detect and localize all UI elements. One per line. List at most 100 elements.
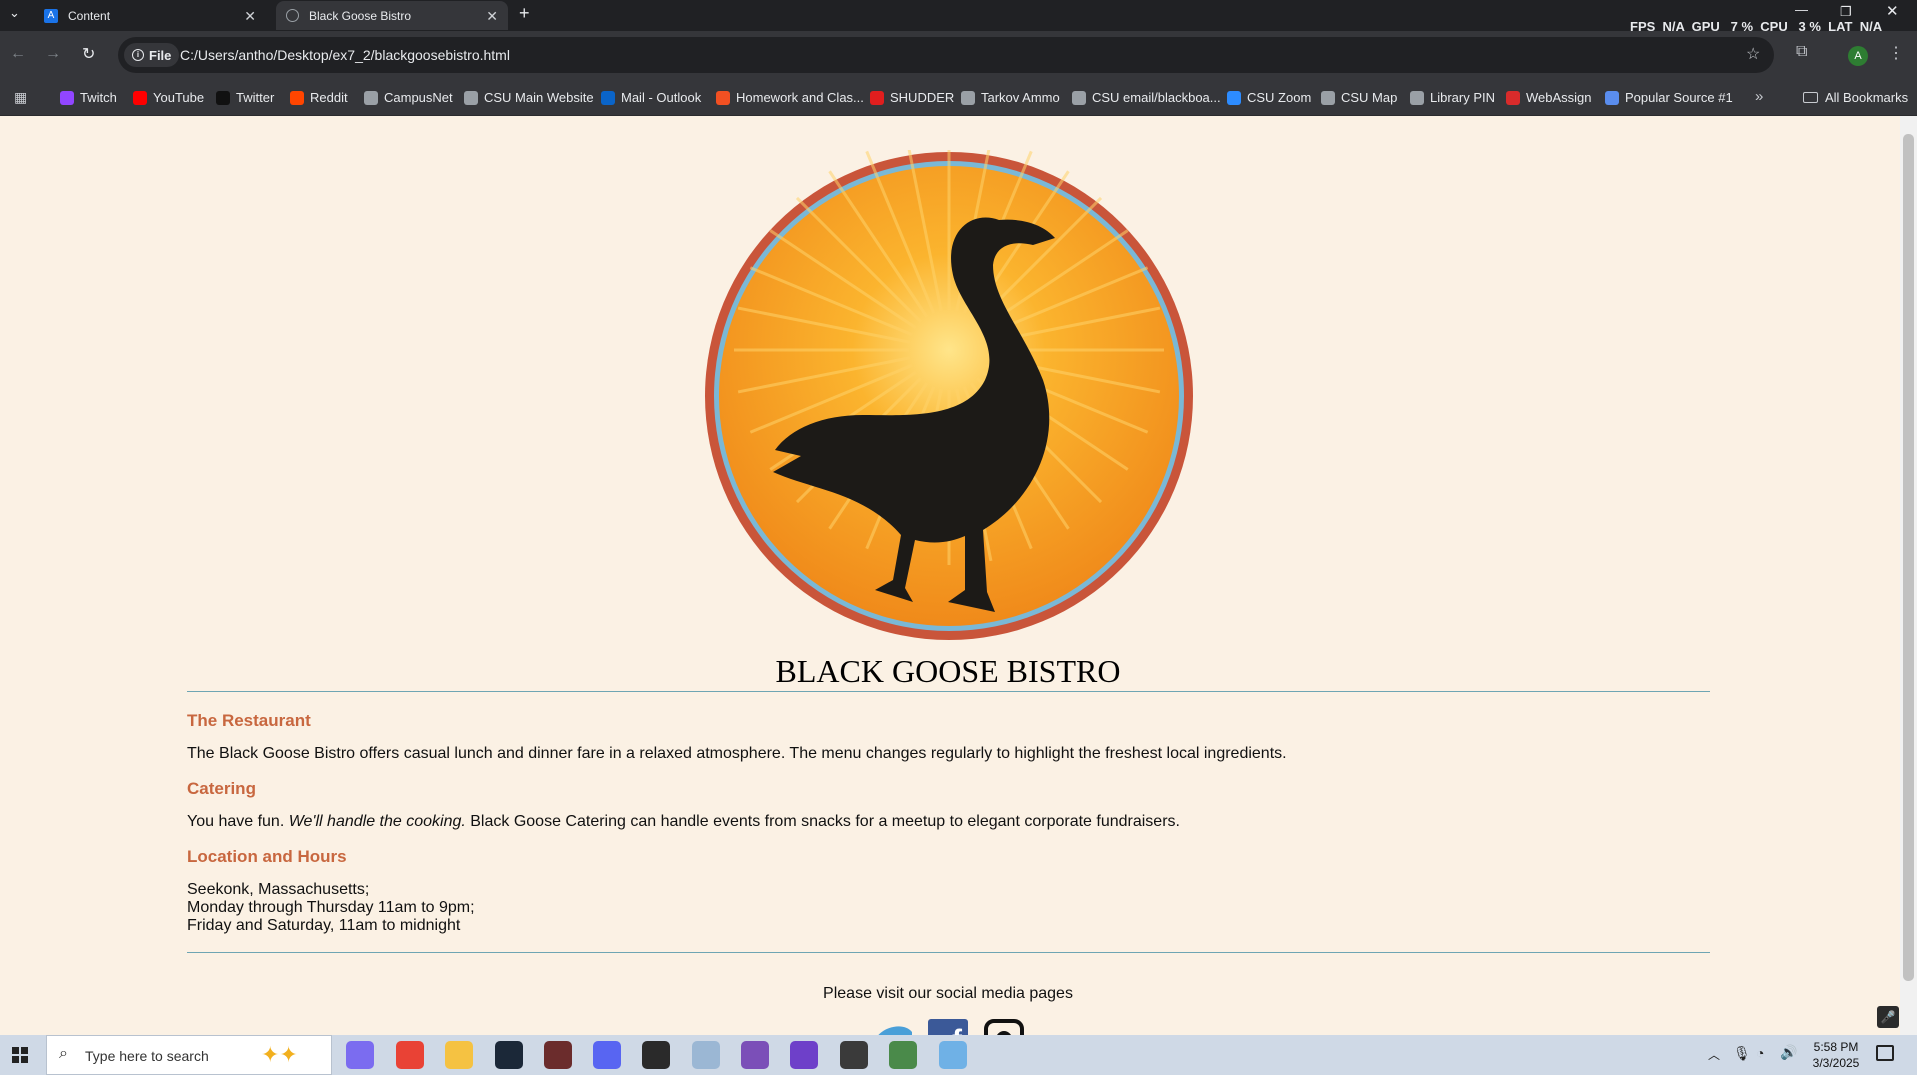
back-icon[interactable]: ← [10,45,26,63]
page-title: BLACK GOOSE BISTRO [775,653,1121,689]
bookmark-item[interactable]: Mail - Outlook [601,90,701,105]
microphone-icon[interactable]: 🎙 [1733,1045,1751,1062]
tab-black-goose-bistro[interactable]: Black Goose Bistro ✕ [276,1,508,30]
menu-kebab-icon[interactable]: ⋮ [1888,43,1904,63]
bookmark-label: WebAssign [1526,90,1592,105]
github-desktop-icon[interactable] [790,1041,818,1069]
bookmark-item[interactable]: CSU email/blackboa... [1072,90,1221,105]
bookmark-item[interactable]: Twitch [60,90,117,105]
bookmark-item[interactable]: YouTube [133,90,204,105]
section-heading-catering: Catering [187,779,256,798]
bookmark-star-icon[interactable]: ☆ [1746,44,1760,64]
tray-chevron-icon[interactable]: ︿ [1708,1046,1720,1063]
tab-search-chevron-icon[interactable]: ⌄ [9,5,20,21]
bookmark-favicon-icon [1321,90,1335,105]
section-heading-restaurant: The Restaurant [187,711,311,730]
file-explorer-icon[interactable] [445,1041,473,1069]
windows-start-icon[interactable] [12,1047,28,1063]
unity-icon[interactable] [840,1041,868,1069]
tab-content[interactable]: A Content ✕ [34,1,266,30]
reload-icon[interactable]: ↻ [82,44,95,64]
scrollbar-thumb[interactable] [1903,134,1914,981]
forward-icon[interactable]: → [45,45,61,63]
new-tab-icon[interactable]: + [519,3,530,24]
bookmark-item[interactable]: Twitter [216,90,274,105]
photos-icon[interactable] [692,1041,720,1069]
profile-avatar[interactable]: A [1848,46,1868,66]
discord-ptb-icon[interactable] [593,1041,621,1069]
bookmark-item[interactable]: CSU Main Website [464,90,594,105]
url-scheme: File [149,47,172,63]
bookmark-label: YouTube [153,90,205,105]
bookmark-label: Library PIN [1430,90,1496,105]
tab-title: Black Goose Bistro [309,8,412,23]
bookmark-favicon-icon [133,90,147,105]
bookmark-item[interactable]: Tarkov Ammo [961,90,1060,105]
bookmark-favicon-icon [961,90,975,105]
bookmark-item[interactable]: SHUDDER [870,90,954,105]
restaurant-paragraph: The Black Goose Bistro offers casual lun… [187,745,1287,762]
social-prompt: Please visit our social media pages [823,985,1073,1002]
url-text[interactable]: C:/Users/antho/Desktop/ex7_2/blackgooseb… [180,47,510,63]
volume-icon[interactable]: 🔊 [1780,1044,1797,1061]
black-goose-logo [705,150,1193,640]
windows-taskbar: ⌕ Type here to search ✦✦ ︿ 🎙 ◔ 🔊 5:58 PM… [0,1035,1917,1075]
restore-icon[interactable]: ❐ [1840,4,1852,20]
extensions-icon[interactable]: ⧉ [1796,43,1807,61]
steam-icon[interactable] [495,1041,523,1069]
minimize-icon[interactable]: — [1795,2,1808,17]
taskbar-search-box[interactable]: ⌕ Type here to search ✦✦ [46,1035,332,1075]
bookmark-favicon-icon [1605,90,1619,105]
bookmark-label: Twitter [236,90,275,105]
bookmark-item[interactable]: Popular Source #1 [1605,90,1733,105]
twitter-icon[interactable] [874,1018,914,1035]
page-scrollbar[interactable] [1900,116,1917,1035]
globe-icon [286,9,299,22]
bookmark-label: SHUDDER [890,90,955,105]
catering-text-after: Black Goose Catering can handle events f… [465,813,1180,830]
bookmark-item[interactable]: CampusNet [364,90,453,105]
bookmark-item[interactable]: CSU Map [1321,90,1397,105]
tab-title: Content [68,8,111,23]
close-window-icon[interactable]: ✕ [1886,2,1899,20]
bookmark-item[interactable]: Library PIN [1410,90,1495,105]
copilot-icon[interactable] [346,1041,374,1069]
bookmark-label: Twitch [80,90,117,105]
facebook-icon[interactable]: f [928,1019,968,1035]
copilot-sparkle-icon: ✦✦ [261,1042,298,1067]
hours-line: Monday through Thursday 11am to 9pm; [187,899,475,916]
bookmark-favicon-icon [290,90,304,105]
bookmark-item[interactable]: WebAssign [1506,90,1592,105]
clock[interactable]: 5:58 PM 3/3/2025 [1800,1039,1872,1071]
close-tab-icon[interactable]: ✕ [244,8,256,25]
game-app-icon[interactable] [544,1041,572,1069]
more-bookmarks-chevron-icon[interactable]: » [1755,88,1763,105]
bookmark-item[interactable]: CSU Zoom [1227,90,1311,105]
bookmark-item[interactable]: Homework and Clas... [716,90,864,105]
tarkov-launcher-icon[interactable] [642,1041,670,1069]
bookmark-favicon-icon [60,90,74,105]
clock-time: 5:58 PM [1813,1040,1859,1054]
app-icon[interactable] [889,1041,917,1069]
bookmark-favicon-icon [364,90,378,105]
bookmark-item[interactable]: Reddit [290,90,348,105]
address-line: Seekonk, Massachusetts; [187,881,370,898]
instagram-icon[interactable] [984,1019,1024,1035]
notepad-icon[interactable] [939,1041,967,1069]
bookmark-label: CampusNet [384,90,453,105]
notifications-icon[interactable] [1876,1045,1894,1061]
hours-line: Friday and Saturday, 11am to midnight [187,917,461,934]
site-info-chip[interactable]: i File [124,43,180,67]
chrome-icon[interactable] [396,1041,424,1069]
voice-input-icon[interactable]: 🎤 [1877,1006,1899,1028]
bookmark-label: CSU Main Website [484,90,594,105]
bookmark-favicon-icon [716,90,730,105]
visual-studio-icon[interactable] [741,1041,769,1069]
all-bookmarks-folder[interactable]: All Bookmarks [1803,90,1908,105]
address-bar[interactable]: i File C:/Users/antho/Desktop/ex7_2/blac… [118,37,1774,73]
close-tab-icon[interactable]: ✕ [486,8,498,25]
apps-grid-icon[interactable]: ▦ [14,89,27,106]
network-icon[interactable]: ◔ [1756,1045,1764,1061]
bookmark-favicon-icon [464,90,478,105]
catering-paragraph: You have fun. We'll handle the cooking. … [187,813,1180,831]
